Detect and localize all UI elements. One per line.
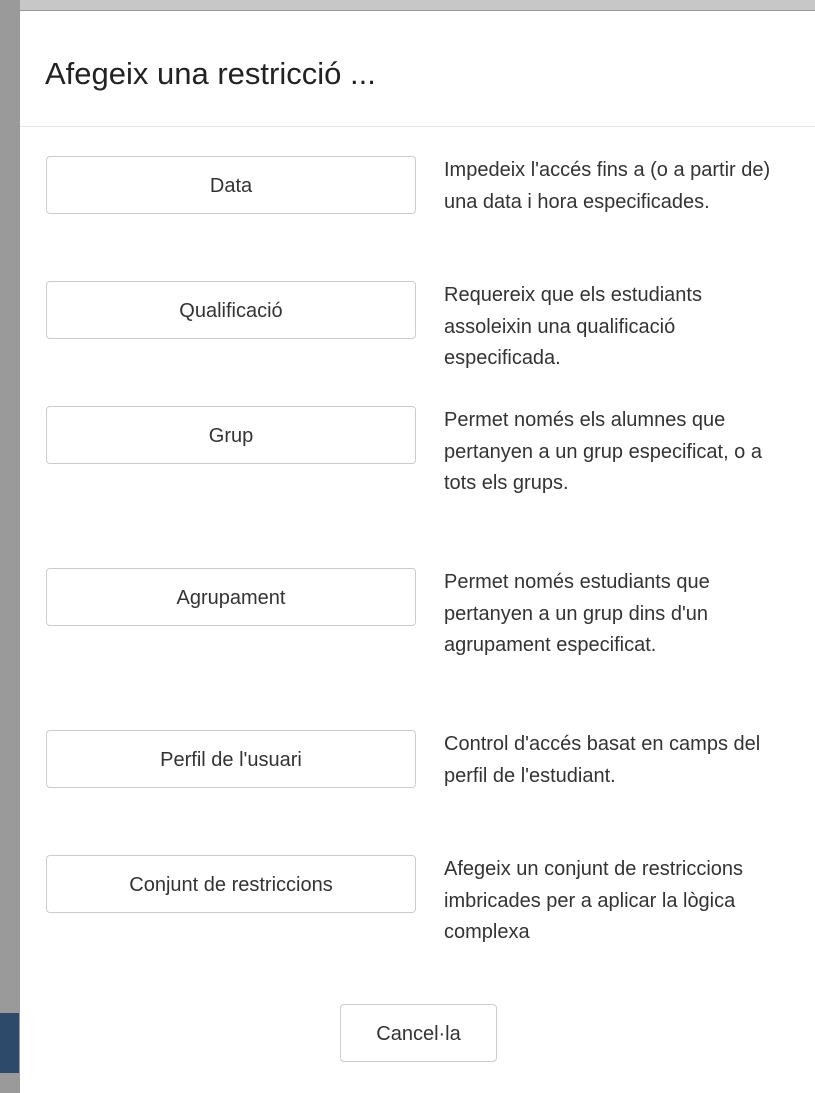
grouping-restriction-button[interactable]: Agrupament	[46, 568, 416, 626]
grouping-restriction-description: Permet només estudiants que pertanyen a …	[444, 571, 710, 656]
background-header-band	[0, 1013, 20, 1073]
dialog-title: Afegeix una restricció ...	[45, 56, 376, 91]
user-profile-restriction-description: Control d'accés basat en camps del perfi…	[444, 733, 761, 787]
grade-restriction-description: Requereix que els estudiants assoleixin …	[444, 284, 702, 369]
background-page-edge	[0, 0, 20, 1093]
date-restriction-button[interactable]: Data	[46, 156, 416, 214]
restriction-set-button[interactable]: Conjunt de restriccions	[46, 855, 416, 913]
restriction-set-description: Afegeix un conjunt de restriccions imbri…	[444, 858, 744, 943]
cancel-button[interactable]: Cancel·la	[340, 1004, 497, 1062]
add-restriction-dialog: Afegeix una restricció ... Data Impedeix…	[19, 10, 815, 1093]
date-restriction-description: Impedeix l'accés fins a (o a partir de) …	[444, 159, 771, 213]
group-restriction-button[interactable]: Grup	[46, 406, 416, 464]
grade-restriction-button[interactable]: Qualificació	[46, 281, 416, 339]
user-profile-restriction-button[interactable]: Perfil de l'usuari	[46, 730, 416, 788]
group-restriction-description: Permet només els alumnes que pertanyen a…	[444, 409, 762, 494]
dialog-header: Afegeix una restricció ...	[20, 11, 815, 127]
